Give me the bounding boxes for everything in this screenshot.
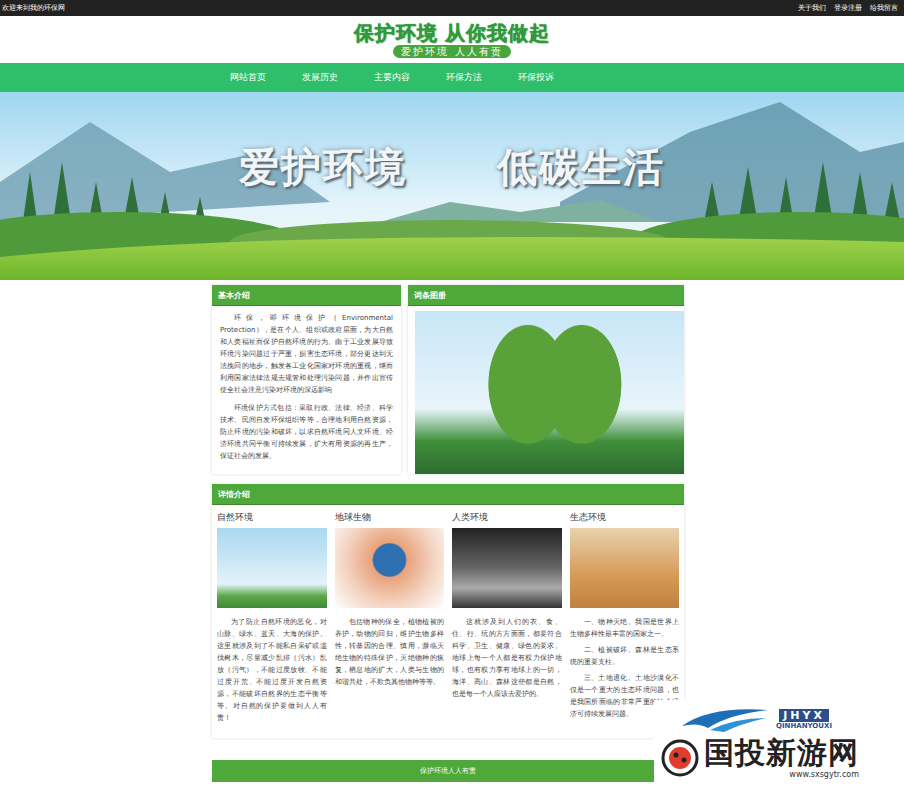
- detail-paragraph: 这就涉及到人们的衣、食、住、行、玩的方方面面，都要符合科学、卫生、健康、绿色的要…: [452, 616, 562, 700]
- welcome-text: 欢迎来到我的环保网: [2, 3, 65, 13]
- nav-bar: 网站首页 发展历史 主要内容 环保方法 环保投诉: [0, 63, 904, 92]
- header: 保护环境 从你我做起爱护环境 人人有责: [0, 16, 904, 63]
- banner-slogan: 低碳生活: [497, 140, 665, 195]
- panel-title: 详情介绍: [212, 484, 684, 505]
- detail-columns: 自然环境为了防止自然环境的恶化，对山脉、绿水、蓝天、大海的保护。这里就涉及到了不…: [212, 505, 684, 728]
- detail-paragraph: 为了防止自然环境的恶化，对山脉、绿水、蓝天、大海的保护。这里就涉及到了不能私自采…: [217, 616, 327, 724]
- banner-slogan: 爱护环境: [239, 140, 407, 195]
- detail-title[interactable]: 人类环境: [452, 511, 562, 524]
- nav-item[interactable]: 环保方法: [446, 71, 482, 84]
- details-panel: 详情介绍自然环境为了防止自然环境的恶化，对山脉、绿水、蓝天、大海的保护。这里就涉…: [212, 484, 684, 738]
- watermark-text: 国投新游网www.sxsgytr.com: [704, 736, 859, 779]
- panel-title: 基本介绍: [212, 285, 401, 306]
- intro-panel: 基本介绍环保，即环境保护（Environmental Protection），是…: [212, 285, 401, 474]
- detail-paragraph: 一、物种灭绝。我国是世界上生物多样性最丰富的国家之一。: [570, 616, 680, 640]
- swoosh-icon: [680, 704, 770, 734]
- ladybug-icon: [660, 738, 700, 778]
- banner: 爱护环境 低碳生活: [0, 92, 904, 280]
- watermark-main: 国投新游网www.sxsgytr.com: [660, 736, 898, 779]
- gallery-panel: 词条图册: [408, 285, 684, 474]
- detail-paragraph: 包括物种的保全，植物植被的养护，动物的回归，维护生物多样性，转基因的合理、慎用，…: [335, 616, 445, 688]
- detail-card: 人类环境这就涉及到人们的衣、食、住、行、玩的方方面面，都要符合科学、卫生、健康、…: [452, 511, 562, 728]
- landscape-icon: [0, 92, 904, 280]
- nav-item[interactable]: 环保投诉: [518, 71, 554, 84]
- nav-item[interactable]: 主要内容: [374, 71, 410, 84]
- banner-slogans: 爱护环境 低碳生活: [0, 140, 904, 195]
- nav-item[interactable]: 网站首页: [230, 71, 266, 84]
- top-bar: 欢迎来到我的环保网 关于我们登录注册给我留言: [0, 0, 904, 16]
- logo[interactable]: 保护环境 从你我做起爱护环境 人人有责: [354, 21, 551, 58]
- detail-image[interactable]: [452, 528, 562, 608]
- detail-image[interactable]: [335, 528, 445, 608]
- watermark-logo: JHYXQINHANYOUXI: [660, 704, 898, 734]
- top-links: 关于我们登录注册给我留言: [798, 3, 898, 13]
- intro-paragraph: 环境保护方式包括：采取行政、法律、经济、科学技术、民间自发环保组织等等，合理地利…: [220, 402, 393, 462]
- detail-card: 地球生物包括物种的保全，植物植被的养护，动物的回归，维护生物多样性，转基因的合理…: [335, 511, 445, 728]
- detail-title[interactable]: 生态环境: [570, 511, 680, 524]
- detail-image[interactable]: [217, 528, 327, 608]
- watermark-url: www.sxsgytr.com: [704, 770, 859, 779]
- top-link[interactable]: 给我留言: [870, 3, 898, 13]
- watermark: JHYXQINHANYOUXI 国投新游网www.sxsgytr.com: [654, 700, 904, 800]
- watermark-brand: JHYX: [779, 709, 829, 722]
- top-link[interactable]: 关于我们: [798, 3, 826, 13]
- detail-title[interactable]: 自然环境: [217, 511, 327, 524]
- panel-title: 词条图册: [408, 285, 684, 306]
- watermark-name: 国投新游网: [704, 736, 859, 770]
- footer: 保护环境人人有责: [212, 760, 684, 782]
- gallery-image[interactable]: [415, 311, 684, 474]
- content: 基本介绍环保，即环境保护（Environmental Protection），是…: [212, 285, 684, 782]
- logo-subtitle: 爱护环境 人人有责: [393, 45, 510, 58]
- detail-title[interactable]: 地球生物: [335, 511, 445, 524]
- detail-card: 自然环境为了防止自然环境的恶化，对山脉、绿水、蓝天、大海的保护。这里就涉及到了不…: [217, 511, 327, 728]
- detail-paragraph: 二、植被破坏。森林是生态系统的重要支柱。: [570, 644, 680, 668]
- logo-title: 保护环境 从你我做起: [354, 21, 551, 45]
- detail-card: 生态环境一、物种灭绝。我国是世界上生物多样性最丰富的国家之一。二、植被破坏。森林…: [570, 511, 680, 728]
- watermark-brand-block: JHYXQINHANYOUXI: [776, 709, 832, 730]
- top-link[interactable]: 登录注册: [834, 3, 862, 13]
- nav-item[interactable]: 发展历史: [302, 71, 338, 84]
- page: 欢迎来到我的环保网 关于我们登录注册给我留言保护环境 从你我做起爱护环境 人人有责…: [0, 0, 904, 792]
- watermark-latin: QINHANYOUXI: [776, 722, 832, 730]
- top-row: 基本介绍环保，即环境保护（Environmental Protection），是…: [212, 285, 684, 474]
- detail-image[interactable]: [570, 528, 680, 608]
- intro-paragraph: 环保，即环境保护（Environmental Protection），是在个人、…: [220, 312, 393, 396]
- intro-body: 环保，即环境保护（Environmental Protection），是在个人、…: [212, 306, 401, 474]
